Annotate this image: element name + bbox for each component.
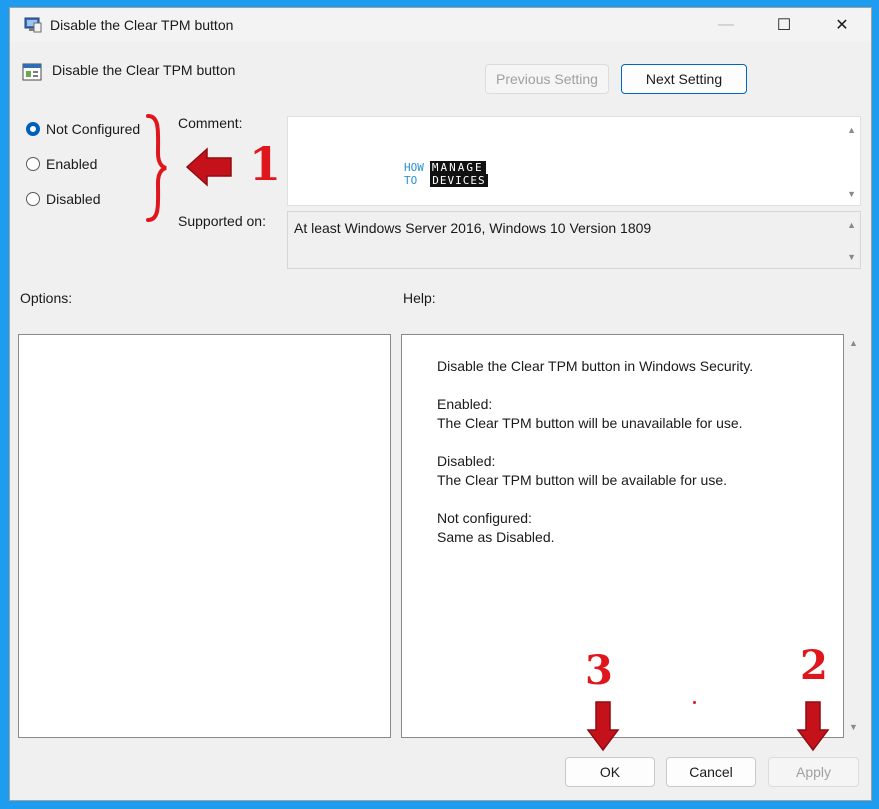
annotation-arrow-down-apply [796, 701, 830, 752]
apply-button[interactable]: Apply [768, 757, 859, 787]
title-bar: Disable the Clear TPM button — ☐ ✕ [10, 8, 871, 42]
scroll-down-icon[interactable]: ▼ [847, 252, 856, 262]
options-panel [18, 334, 391, 738]
help-scroll-down-icon[interactable]: ▼ [849, 722, 858, 732]
radio-label: Disabled [46, 191, 101, 207]
radio-label: Enabled [46, 156, 98, 172]
radio-indicator[interactable] [26, 192, 40, 206]
watermark-logo: HOW MANAGE TO DEVICES [404, 161, 488, 187]
help-scroll-up-icon[interactable]: ▲ [849, 338, 858, 348]
ok-button[interactable]: OK [565, 757, 655, 787]
supported-on-value: At least Windows Server 2016, Windows 10… [294, 220, 652, 236]
group-policy-icon [24, 17, 42, 33]
next-setting-button[interactable]: Next Setting [621, 64, 747, 94]
radio-indicator[interactable] [26, 122, 40, 136]
radio-label: Not Configured [46, 121, 141, 137]
comment-field[interactable]: ▲ ▼ HOW MANAGE TO DEVICES [287, 116, 861, 206]
radio-enabled[interactable]: Enabled [26, 156, 97, 172]
previous-setting-button[interactable]: Previous Setting [485, 64, 609, 94]
options-label: Options: [20, 290, 73, 306]
annotation-brace [146, 114, 167, 222]
radio-not-configured[interactable]: Not Configured [26, 121, 140, 137]
annotation-dot [693, 701, 696, 704]
help-panel: Disable the Clear TPM button in Windows … [401, 334, 844, 738]
help-text: Disable the Clear TPM button in Windows … [437, 358, 754, 545]
close-button[interactable]: ✕ [813, 8, 871, 42]
cancel-button[interactable]: Cancel [666, 757, 756, 787]
window-title: Disable the Clear TPM button [50, 17, 234, 33]
annotation-step-3: 3 [585, 647, 613, 694]
radio-indicator[interactable] [26, 157, 40, 171]
scroll-up-icon[interactable]: ▲ [847, 220, 856, 230]
supported-on-field: At least Windows Server 2016, Windows 10… [287, 211, 861, 269]
help-label: Help: [403, 290, 436, 306]
annotation-arrow-left [185, 147, 232, 187]
maximize-button[interactable]: ☐ [755, 8, 813, 42]
scroll-up-icon[interactable]: ▲ [847, 125, 856, 135]
policy-setting-icon [22, 63, 42, 81]
annotation-step-1: 1 [249, 137, 282, 191]
scroll-down-icon[interactable]: ▼ [847, 189, 856, 199]
minimize-button[interactable]: — [697, 8, 755, 42]
annotation-step-2: 2 [800, 642, 828, 689]
radio-disabled[interactable]: Disabled [26, 191, 100, 207]
policy-title: Disable the Clear TPM button [52, 62, 236, 78]
supported-on-label: Supported on: [178, 213, 266, 229]
comment-label: Comment: [178, 115, 243, 131]
policy-dialog: Disable the Clear TPM button — ☐ ✕ Disab… [9, 7, 872, 801]
annotation-arrow-down-ok [586, 701, 620, 752]
